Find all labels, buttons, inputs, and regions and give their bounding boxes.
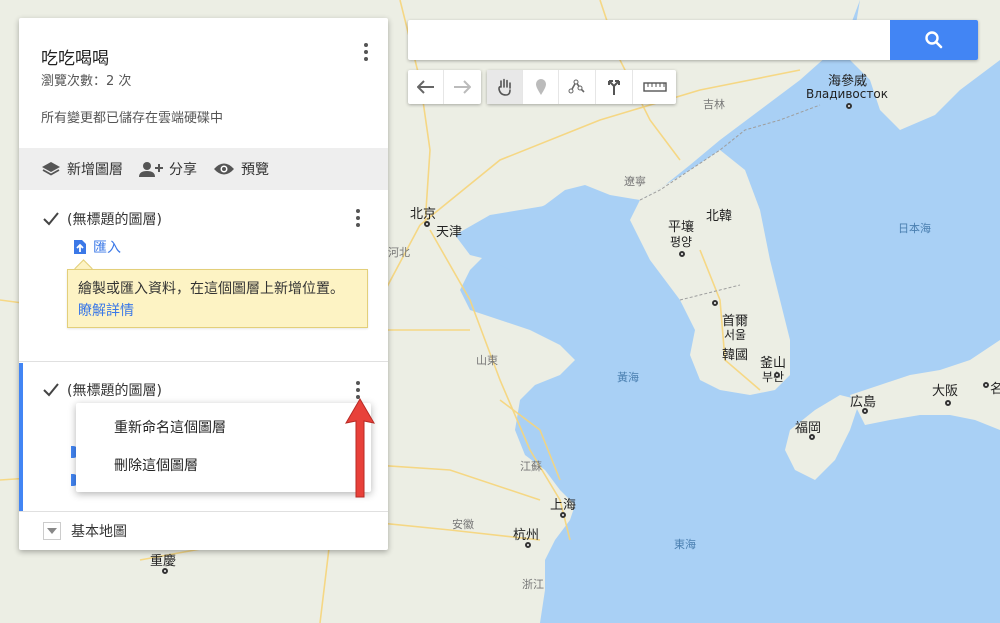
checkmark-icon: [43, 383, 59, 397]
layer-context-menu: 重新命名這個圖層 刪除這個圖層: [76, 403, 371, 492]
search-button[interactable]: [890, 20, 978, 60]
preview-button[interactable]: 預覽: [213, 159, 269, 179]
action-bar: 新增圖層 分享 預覽: [19, 148, 388, 190]
ruler-icon: [642, 82, 667, 92]
view-count: 瀏覽次數：2 次: [41, 74, 132, 89]
map-label-liaoning: 遼寧: [624, 175, 646, 188]
city-marker: [846, 103, 852, 109]
city-marker: [712, 300, 718, 306]
basemap-divider: [19, 511, 388, 512]
city-marker: [774, 372, 780, 378]
delete-layer-menu-item[interactable]: 刪除這個圖層: [76, 447, 371, 485]
directions-icon: [608, 80, 620, 95]
search-bar: [408, 20, 978, 60]
measure-button[interactable]: [633, 70, 676, 104]
draw-line-icon: [568, 79, 585, 94]
map-label-yellow-sea: 黃海: [617, 371, 639, 384]
map-label-edge: 名: [990, 382, 1000, 397]
map-title[interactable]: 吃吃喝喝: [41, 44, 109, 69]
city-marker: [525, 542, 531, 548]
city-marker: [679, 251, 685, 257]
map-label-shanghai: 上海: [550, 498, 577, 513]
city-marker: [162, 568, 168, 574]
map-label-zhejiang: 浙江: [522, 578, 544, 591]
map-label-seoul-ko: 서울: [724, 328, 747, 342]
map-label-sea-of-japan: 日本海: [898, 222, 931, 235]
city-marker: [862, 408, 868, 414]
map-label-tianjin: 天津: [436, 225, 463, 240]
history-toolbar: [408, 70, 481, 104]
checkmark-icon: [43, 212, 59, 226]
map-label-hangzhou: 杭州: [513, 528, 540, 543]
layer-divider: [19, 361, 388, 362]
redo-button[interactable]: [444, 70, 480, 104]
eye-icon: [214, 163, 234, 175]
learn-more-link[interactable]: 瞭解詳情: [78, 303, 134, 319]
layer-1-name[interactable]: (無標題的圖層): [67, 209, 162, 229]
city-marker: [983, 382, 989, 388]
save-status: 所有變更都已儲存在雲端硬碟中: [41, 111, 224, 126]
map-label-osaka: 大阪: [932, 384, 959, 399]
layer-1-checkbox[interactable]: [43, 211, 59, 227]
map-label-chongqing: 重慶: [150, 554, 177, 569]
annotation-arrow: [345, 398, 375, 498]
layer-2-checkbox[interactable]: [43, 382, 59, 398]
map-label-beijing: 北京: [410, 207, 437, 222]
rename-layer-menu-item[interactable]: 重新命名這個圖層: [76, 409, 371, 447]
map-label-busan-ko: 부산: [762, 370, 785, 384]
layers-icon: [42, 162, 60, 176]
undo-icon: [416, 80, 434, 94]
share-button[interactable]: 分享: [139, 159, 197, 179]
directions-button[interactable]: [596, 70, 633, 104]
add-layer-button[interactable]: 新增圖層: [41, 159, 123, 179]
map-label-north-korea: 北韓: [706, 209, 733, 224]
map-label-hebei: 河北: [388, 246, 410, 259]
search-icon: [925, 31, 943, 49]
layer-2-name[interactable]: (無標題的圖層): [67, 380, 162, 400]
layer-2-header: (無標題的圖層): [43, 380, 162, 400]
map-label-jilin: 吉林: [703, 98, 725, 111]
chevron-down-icon: [43, 522, 61, 540]
redo-icon: [454, 80, 471, 94]
add-layer-label: 新增圖層: [67, 162, 123, 178]
add-marker-button[interactable]: [523, 70, 559, 104]
map-label-jiangsu: 江蘇: [520, 460, 542, 473]
tooltip-text: 繪製或匯入資料，在這個圖層上新增位置。: [78, 281, 344, 297]
map-label-hiroshima: 広島: [850, 395, 877, 410]
city-marker: [809, 434, 815, 440]
basemap-label: 基本地圖: [71, 524, 127, 540]
map-label-shandong: 山東: [476, 354, 498, 367]
add-person-icon: [139, 162, 163, 177]
import-file-icon: [74, 240, 86, 254]
map-label-pyongyang-ko: 평양: [670, 235, 693, 249]
import-label: 匯入: [93, 240, 121, 256]
map-label-fukuoka: 福岡: [795, 421, 822, 436]
hand-tool-button[interactable]: [487, 70, 523, 104]
share-label: 分享: [169, 162, 197, 178]
city-marker: [945, 400, 951, 406]
selected-layer-indicator: [19, 363, 23, 511]
map-label-vladivostok-ru: Владивосток: [806, 87, 888, 101]
map-label-south-korea: 韓國: [722, 348, 749, 363]
layer-1-options-button[interactable]: [348, 206, 368, 230]
layer-1-header: (無標題的圖層): [43, 209, 162, 229]
undo-button[interactable]: [408, 70, 444, 104]
city-marker: [560, 512, 566, 518]
layer-tooltip: 繪製或匯入資料，在這個圖層上新增位置。 瞭解詳情: [67, 269, 368, 328]
tools-toolbar: [487, 70, 676, 104]
map-options-button[interactable]: [356, 40, 376, 64]
marker-icon: [535, 79, 546, 95]
city-marker: [424, 221, 430, 227]
import-link[interactable]: 匯入: [73, 237, 121, 257]
draw-line-button[interactable]: [559, 70, 596, 104]
preview-label: 預覽: [241, 162, 269, 178]
search-input[interactable]: [408, 20, 890, 60]
map-label-east-sea: 東海: [674, 538, 696, 551]
map-label-anhui: 安徽: [452, 518, 474, 531]
basemap-toggle[interactable]: 基本地圖: [43, 521, 127, 541]
hand-icon: [497, 78, 511, 96]
